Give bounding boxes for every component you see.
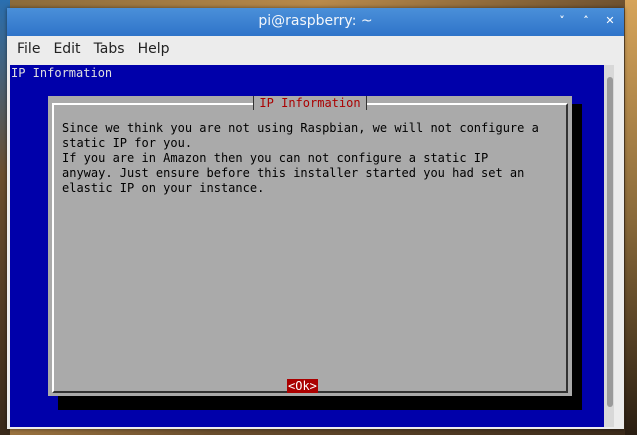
menu-file[interactable]: File	[17, 41, 40, 57]
dialog-backtitle: IP Information	[11, 66, 113, 80]
maximize-icon[interactable]: ˄	[580, 13, 592, 29]
dialog-title-bar: IP Information	[48, 96, 572, 110]
message-line: If you are in Amazon then you can not co…	[62, 151, 489, 165]
terminal-window: pi@raspberry: ~ ˅ ˄ ✕ File Edit Tabs Hel…	[7, 8, 624, 429]
message-line: static IP for you.	[62, 136, 193, 150]
menu-tabs[interactable]: Tabs	[94, 41, 125, 57]
scrollbar[interactable]	[604, 65, 614, 427]
dialog-message: Since we think you are not using Raspbia…	[62, 121, 562, 196]
ip-information-dialog: IP Information Since we think you are no…	[48, 96, 572, 396]
message-line: Since we think you are not using Raspbia…	[62, 121, 539, 135]
menu-help[interactable]: Help	[138, 41, 170, 57]
menu-edit[interactable]: Edit	[53, 41, 80, 57]
close-icon[interactable]: ✕	[604, 13, 616, 29]
desktop-background-right	[625, 0, 637, 435]
window-title: pi@raspberry: ~	[258, 13, 373, 29]
title-bar[interactable]: pi@raspberry: ~ ˅ ˄ ✕	[7, 8, 624, 36]
terminal-area[interactable]: IP Information IP Information Since we t…	[10, 65, 614, 427]
scrollbar-thumb[interactable]	[607, 77, 613, 407]
dialog-title: IP Information	[253, 96, 367, 110]
menu-bar: File Edit Tabs Help	[7, 36, 624, 62]
message-line: anyway. Just ensure before this installe…	[62, 166, 525, 180]
message-line: elastic IP on your instance.	[62, 181, 265, 195]
minimize-icon[interactable]: ˅	[556, 13, 568, 29]
ok-button[interactable]: <Ok>	[287, 379, 318, 393]
window-controls: ˅ ˄ ✕	[556, 13, 616, 29]
